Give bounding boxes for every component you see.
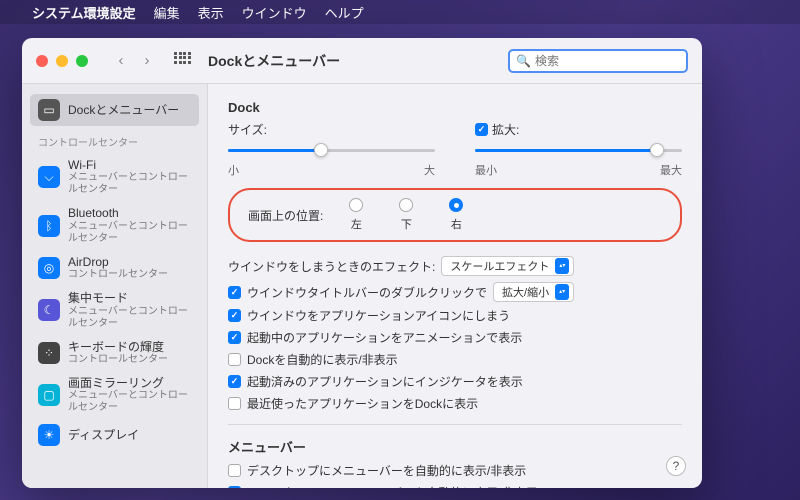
chevron-updown-icon: ▴▾ [555, 258, 569, 274]
slider-min-label: 小 [228, 162, 239, 178]
window-title: Dockとメニューバー [208, 51, 340, 71]
bluetooth-icon: ᛒ [38, 215, 60, 237]
dock-icon: ▭ [38, 99, 60, 121]
check-label: フルスクリーンでメニューバーを自動的に表示/非表示 [247, 484, 538, 488]
size-label: サイズ: [228, 121, 435, 138]
sidebar-item-label: 集中モード [68, 291, 191, 305]
sidebar-item-label: 画面ミラーリング [68, 376, 191, 390]
titlebar-doubleclick-checkbox[interactable] [228, 286, 241, 299]
check-label: ウインドウタイトルバーのダブルクリックで [247, 284, 487, 301]
divider [228, 424, 682, 425]
magnification-label: 拡大: [492, 121, 519, 138]
check-label: 最近使ったアプリケーションをDockに表示 [247, 395, 478, 412]
position-label: 画面上の位置: [248, 207, 323, 224]
radio-label: 右 [451, 216, 462, 232]
minimize-button[interactable] [56, 55, 68, 67]
sidebar-item-sub: メニューバーとコントロールセンター [68, 221, 191, 245]
magnification-checkbox[interactable] [475, 123, 488, 136]
chevron-updown-icon: ▴▾ [555, 284, 569, 300]
close-button[interactable] [36, 55, 48, 67]
sidebar-item-airdrop[interactable]: ◎ AirDropコントロールセンター [30, 250, 199, 286]
titlebar-action-select[interactable]: 拡大/縮小 ▴▾ [493, 282, 574, 302]
sidebar-item-sub: メニューバーとコントロールセンター [68, 306, 191, 330]
app-menu[interactable]: システム環境設定 [32, 3, 136, 22]
select-value: スケールエフェクト [450, 258, 549, 274]
sidebar-item-sub: メニューバーとコントロールセンター [68, 172, 191, 196]
sidebar-item-label: Dockとメニューバー [68, 103, 179, 117]
menubar-heading: メニューバー [228, 437, 682, 456]
mirror-icon: ▢ [38, 384, 60, 406]
content-pane: Dock サイズ: 小 大 拡大: 最小 最大 画面上の位置: 左 [208, 84, 702, 488]
check-label: 起動中のアプリケーションをアニメーションで表示 [247, 329, 522, 346]
autohide-menubar-desktop-checkbox[interactable] [228, 464, 241, 477]
minimize-effect-label: ウインドウをしまうときのエフェクト: [228, 258, 435, 275]
check-label: 起動済みのアプリケーションにインジケータを表示 [247, 373, 523, 390]
sidebar-item-sub: コントロールセンター [68, 269, 168, 281]
brightness-icon: ⁘ [38, 342, 60, 364]
search-field[interactable]: 🔍 [508, 49, 688, 73]
size-slider[interactable] [228, 140, 435, 160]
sidebar-item-focus[interactable]: ☾ 集中モードメニューバーとコントロールセンター [30, 286, 199, 334]
autohide-menubar-fullscreen-checkbox[interactable] [228, 486, 241, 488]
sidebar-item-keyboard-brightness[interactable]: ⁘ キーボードの輝度コントロールセンター [30, 335, 199, 371]
show-all-icon[interactable] [174, 52, 192, 70]
menu-help[interactable]: ヘルプ [325, 3, 364, 22]
airdrop-icon: ◎ [38, 257, 60, 279]
minimize-effect-select[interactable]: スケールエフェクト ▴▾ [441, 256, 574, 276]
help-button[interactable]: ? [666, 456, 686, 476]
position-highlight: 画面上の位置: 左 下 右 [228, 188, 682, 242]
show-recent-apps-checkbox[interactable] [228, 397, 241, 410]
search-icon: 🔍 [516, 54, 531, 68]
magnification-slider[interactable] [475, 140, 682, 160]
sidebar-item-label: キーボードの輝度 [68, 340, 168, 354]
minimize-into-app-checkbox[interactable] [228, 309, 241, 322]
check-label: デスクトップにメニューバーを自動的に表示/非表示 [247, 462, 526, 479]
sidebar-section-header: コントロールセンター [30, 126, 199, 153]
sidebar-item-screen-mirroring[interactable]: ▢ 画面ミラーリングメニューバーとコントロールセンター [30, 371, 199, 419]
menu-edit[interactable]: 編集 [154, 3, 180, 22]
focus-icon: ☾ [38, 299, 60, 321]
sidebar-item-bluetooth[interactable]: ᛒ Bluetoothメニューバーとコントロールセンター [30, 201, 199, 249]
sidebar: ▭ Dockとメニューバー コントロールセンター ⌵Wi-Fiメニューバーとコン… [22, 84, 208, 488]
sidebar-item-dock[interactable]: ▭ Dockとメニューバー [30, 94, 199, 126]
animate-opening-checkbox[interactable] [228, 331, 241, 344]
position-radio-left[interactable] [349, 198, 363, 212]
sidebar-item-sub: メニューバーとコントロールセンター [68, 390, 191, 414]
position-radio-right[interactable] [449, 198, 463, 212]
show-indicators-checkbox[interactable] [228, 375, 241, 388]
slider-max-label: 大 [424, 162, 435, 178]
radio-label: 左 [351, 216, 362, 232]
sidebar-item-wifi[interactable]: ⌵ Wi-Fiメニューバーとコントロールセンター [30, 153, 199, 201]
wifi-icon: ⌵ [38, 166, 60, 188]
titlebar: ‹ › Dockとメニューバー 🔍 [22, 38, 702, 84]
zoom-button[interactable] [76, 55, 88, 67]
system-menubar: システム環境設定 編集 表示 ウインドウ ヘルプ [0, 0, 800, 24]
check-label: ウインドウをアプリケーションアイコンにしまう [247, 307, 510, 324]
back-button[interactable]: ‹ [110, 50, 132, 72]
slider-max-label: 最大 [660, 162, 682, 178]
position-radio-bottom[interactable] [399, 198, 413, 212]
select-value: 拡大/縮小 [502, 284, 549, 300]
radio-label: 下 [401, 216, 412, 232]
search-input[interactable] [535, 54, 690, 68]
traffic-lights [36, 55, 88, 67]
menu-window[interactable]: ウインドウ [242, 3, 307, 22]
sidebar-item-label: AirDrop [68, 255, 168, 269]
forward-button[interactable]: › [136, 50, 158, 72]
sidebar-item-sub: コントロールセンター [68, 354, 168, 366]
sidebar-item-label: Wi-Fi [68, 158, 191, 172]
preferences-window: ‹ › Dockとメニューバー 🔍 ▭ Dockとメニューバー コントロールセン… [22, 38, 702, 488]
menu-view[interactable]: 表示 [198, 3, 224, 22]
autohide-dock-checkbox[interactable] [228, 353, 241, 366]
display-icon: ☀ [38, 424, 60, 446]
slider-min-label: 最小 [475, 162, 497, 178]
check-label: Dockを自動的に表示/非表示 [247, 351, 398, 368]
sidebar-item-label: ディスプレイ [68, 428, 139, 442]
dock-heading: Dock [228, 100, 682, 115]
sidebar-item-display[interactable]: ☀ ディスプレイ [30, 419, 199, 451]
sidebar-item-label: Bluetooth [68, 206, 191, 220]
